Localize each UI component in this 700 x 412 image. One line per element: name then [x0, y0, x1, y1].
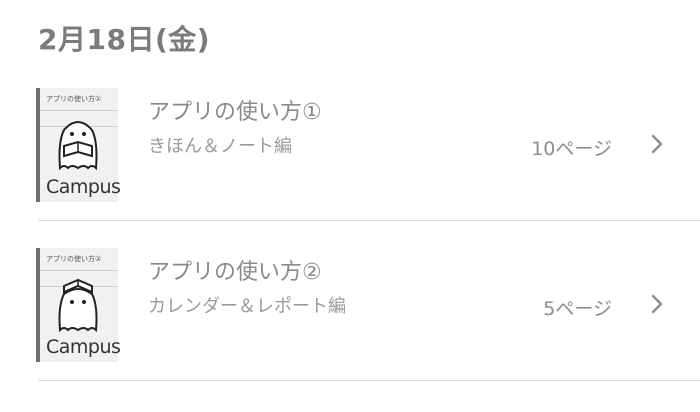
date-header: 2月18日(金): [38, 23, 211, 56]
page-count: 10ページ: [531, 138, 612, 160]
row-divider: [38, 220, 700, 221]
notebook-row[interactable]: アプリの使い方② Campus アプリの使い方② カレンダー＆レポート編 5ペー…: [0, 242, 700, 402]
cover-line: [40, 110, 118, 111]
row-divider: [38, 380, 700, 381]
notebook-title: アプリの使い方②: [148, 260, 322, 285]
cover-title: アプリの使い方②: [46, 255, 102, 263]
ghost-reading-icon: [58, 121, 98, 171]
ghost-book-icon: [58, 278, 98, 332]
notebook-cover: アプリの使い方① Campus: [36, 88, 121, 202]
brand-label: Campus: [46, 176, 121, 198]
page-count: 5ページ: [543, 298, 612, 320]
chevron-right-icon[interactable]: [648, 132, 666, 156]
chevron-right-icon[interactable]: [648, 292, 666, 316]
notebook-subtitle: きほん＆ノート編: [148, 136, 292, 157]
notebook-subtitle: カレンダー＆レポート編: [148, 296, 346, 317]
notebook-row[interactable]: アプリの使い方① Campus アプリの使い方① きほん＆ノート編 10ページ: [0, 82, 700, 242]
cover-line: [40, 270, 118, 271]
notebook-cover: アプリの使い方② Campus: [36, 248, 121, 362]
brand-label: Campus: [46, 336, 121, 358]
notebook-title: アプリの使い方①: [148, 100, 322, 125]
cover-title: アプリの使い方①: [46, 95, 102, 103]
